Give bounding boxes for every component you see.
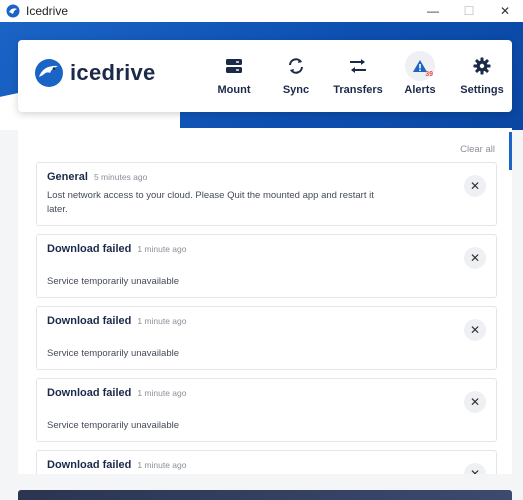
alert-time: 5 minutes ago [93, 172, 148, 182]
eagle-logo-icon [35, 59, 63, 87]
nav-settings-label: Settings [460, 84, 504, 96]
nav-settings[interactable]: Settings [451, 52, 513, 96]
alert-time: 1 minute ago [137, 316, 187, 326]
clear-all-button[interactable]: Clear all [460, 144, 495, 155]
transfer-arrows-icon [350, 59, 366, 73]
minimize-button[interactable]: — [415, 0, 451, 22]
alert-title: Download failed [47, 315, 132, 327]
bottom-bar [18, 490, 512, 500]
alert-title: Download failed [47, 387, 132, 399]
brand-name: icedrive [70, 60, 156, 85]
alerts-active-indicator: 39 [405, 51, 435, 81]
alert-message: Service temporarily unavailable [47, 276, 180, 287]
nav-alerts-label: Alerts [404, 84, 436, 96]
alert-time: 1 minute ago [137, 388, 187, 398]
alert-heading: Download failed 1 minute ago [47, 315, 187, 327]
dismiss-alert-button[interactable]: ✕ [464, 247, 486, 269]
close-icon: ✕ [469, 395, 481, 409]
alert-message: Lost network access to your cloud. Pleas… [47, 190, 374, 215]
close-icon: ✕ [469, 323, 481, 337]
close-window-button[interactable]: ✕ [487, 0, 523, 22]
dismiss-alert-button[interactable]: ✕ [464, 175, 486, 197]
logo: icedrive [34, 58, 156, 88]
alert-heading: Download failed 1 minute ago [47, 387, 187, 399]
alert-title: Download failed [47, 243, 132, 255]
window-controls: — ☐ ✕ [415, 0, 523, 22]
nav-sync-label: Sync [282, 84, 310, 96]
close-icon: ✕ [469, 467, 481, 474]
alert-card: Download failed 1 minute ago ✕ [36, 450, 497, 474]
close-icon: ✕ [469, 251, 481, 265]
dismiss-alert-button[interactable]: ✕ [464, 391, 486, 413]
dismiss-alert-button[interactable]: ✕ [464, 463, 486, 474]
dismiss-alert-button[interactable]: ✕ [464, 319, 486, 341]
alerts-count-badge: 39 [425, 71, 433, 78]
scrollbar-thumb[interactable] [509, 132, 512, 170]
header-card: icedrive Mount Sync Transfers 39 Alerts … [18, 40, 512, 112]
icedrive-app-icon [6, 4, 20, 18]
nav-transfers[interactable]: Transfers [327, 52, 389, 96]
alert-card: Download failed 1 minute ago Service temp… [36, 234, 497, 298]
alert-card: Download failed 1 minute ago Service temp… [36, 306, 497, 370]
alerts-panel: Clear all General 5 minutes ago Lost netw… [18, 128, 512, 474]
close-icon: ✕ [469, 179, 481, 193]
sync-icon [289, 58, 303, 74]
alert-message: Service temporarily unavailable [47, 420, 180, 431]
alert-time: 1 minute ago [137, 244, 187, 254]
alert-title: Download failed [47, 459, 132, 471]
nav-transfers-label: Transfers [333, 84, 383, 96]
alert-heading: Download failed 1 minute ago [47, 243, 187, 255]
alert-card: General 5 minutes ago Lost network access… [36, 162, 497, 226]
alert-heading: Download failed 1 minute ago [47, 459, 187, 471]
maximize-button[interactable]: ☐ [451, 0, 487, 22]
main-nav: Mount Sync Transfers 39 Alerts Settings [203, 51, 513, 96]
nav-alerts[interactable]: 39 Alerts [389, 51, 451, 96]
alert-card: Download failed 1 minute ago Service temp… [36, 378, 497, 442]
title-bar: Icedrive — ☐ ✕ [0, 0, 523, 23]
alert-time: 1 minute ago [137, 460, 187, 470]
window-title: Icedrive [26, 4, 69, 18]
alert-heading: General 5 minutes ago [47, 171, 147, 183]
gear-icon [473, 57, 491, 75]
alert-message: Service temporarily unavailable [47, 348, 180, 359]
nav-mount[interactable]: Mount [203, 52, 265, 96]
alert-title: General [47, 171, 88, 183]
drive-icon [226, 59, 242, 73]
nav-sync[interactable]: Sync [265, 52, 327, 96]
nav-mount-label: Mount [217, 84, 251, 96]
